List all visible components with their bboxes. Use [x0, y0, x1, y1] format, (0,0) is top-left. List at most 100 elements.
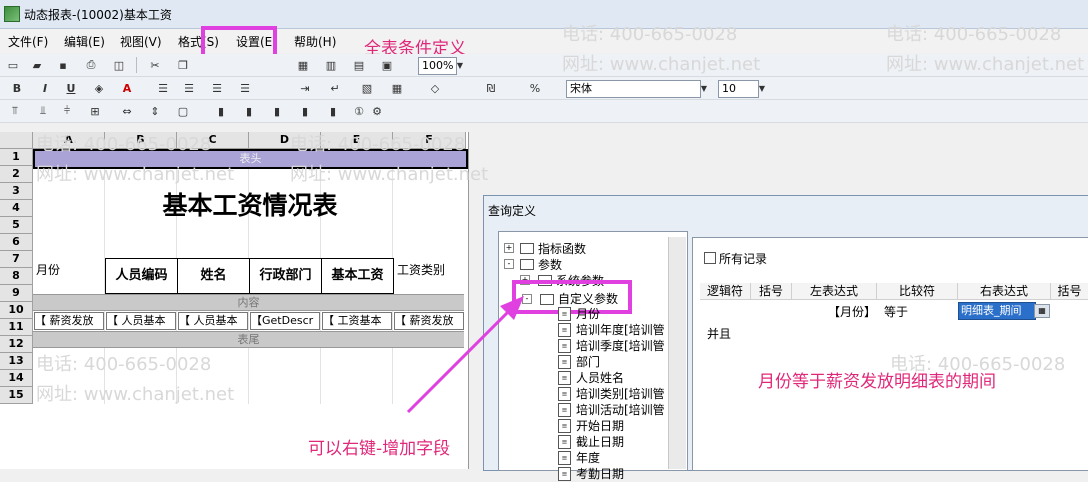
col-right-expression[interactable]: 右表达式	[958, 283, 1051, 300]
page-icon[interactable]: ▣	[380, 58, 394, 72]
all-records-checkbox[interactable]	[704, 252, 716, 264]
sheet-icon[interactable]: ▤	[352, 58, 366, 72]
menu-help[interactable]: 帮助(H)	[294, 33, 336, 50]
underline-icon[interactable]: U	[64, 81, 78, 95]
chevron-down-icon[interactable]: ▼	[756, 81, 768, 97]
col-left-expression[interactable]: 左表达式	[792, 283, 877, 300]
data-cell[interactable]: 【GetDescr	[250, 312, 320, 330]
same-width-icon[interactable]: ⇔	[120, 104, 134, 118]
menu-edit[interactable]: 编辑(E)	[64, 33, 105, 50]
tree-item-field[interactable]: 月份	[576, 305, 600, 322]
menu-file[interactable]: 文件(F)	[8, 33, 48, 50]
col-bracket-left[interactable]: 括号	[751, 283, 792, 300]
number-format-icon[interactable]: ₪	[484, 81, 498, 95]
wrap-icon[interactable]: ↵	[328, 81, 342, 95]
preview-icon[interactable]: ◫	[112, 58, 126, 72]
expand-icon[interactable]: +	[504, 243, 514, 253]
italic-icon[interactable]: I	[38, 81, 52, 95]
tree-scrollbar[interactable]	[668, 237, 686, 469]
font-select[interactable]: 宋体	[566, 80, 701, 98]
fill-color-icon[interactable]: ◈	[92, 81, 106, 95]
number-one-icon[interactable]: ①	[352, 104, 366, 118]
row-header-11[interactable]: 11	[0, 319, 33, 336]
grid-icon[interactable]: ▦	[296, 58, 310, 72]
font-color-icon[interactable]: A	[120, 81, 134, 95]
tree-item-field[interactable]: 人员姓名	[576, 369, 624, 386]
cell-month-label[interactable]: 月份	[36, 261, 60, 278]
tree-item-field[interactable]: 截止日期	[576, 433, 624, 450]
bar-icon-2[interactable]: ▮	[242, 104, 256, 118]
header-cell-department[interactable]: 行政部门	[249, 258, 322, 294]
condition-left-expression[interactable]: 【月份】	[828, 303, 876, 320]
sheet-corner[interactable]	[0, 132, 33, 149]
tree-item-field[interactable]: 培训活动[培训管	[576, 401, 665, 418]
save-icon[interactable]: ▪	[56, 58, 70, 72]
font-size-select[interactable]: 10	[718, 80, 759, 98]
report-title[interactable]: 基本工资情况表	[60, 188, 440, 224]
gear-icon[interactable]: ⚙	[370, 104, 384, 118]
col-logic[interactable]: 逻辑符	[700, 283, 751, 300]
bar-icon-1[interactable]: ▮	[214, 104, 228, 118]
bold-icon[interactable]: B	[10, 81, 24, 95]
percent-icon[interactable]: %	[528, 81, 542, 95]
and-label[interactable]: 并且	[707, 325, 731, 342]
justify-icon[interactable]: ☰	[238, 81, 252, 95]
condition-comparator[interactable]: 等于	[884, 303, 908, 320]
row-header-1[interactable]: 1	[0, 149, 33, 166]
same-size-icon[interactable]: ▢	[176, 104, 190, 118]
row-header-4[interactable]: 4	[0, 200, 33, 217]
row-header-9[interactable]: 9	[0, 285, 33, 302]
tree-item-index-functions[interactable]: 指标函数	[538, 240, 586, 257]
cell-salary-category[interactable]: 工资类别	[397, 261, 445, 278]
row-header-12[interactable]: 12	[0, 336, 33, 353]
print-icon[interactable]: ⎙	[84, 58, 98, 72]
row-header-3[interactable]: 3	[0, 183, 33, 200]
tree-item-field[interactable]: 培训季度[培训管	[576, 337, 665, 354]
chevron-down-icon[interactable]: ▼	[454, 58, 466, 74]
col-comparator[interactable]: 比较符	[877, 283, 958, 300]
col-bracket-right[interactable]: 括号	[1051, 283, 1088, 300]
tree-item-parameters[interactable]: 参数	[538, 256, 562, 273]
row-header-13[interactable]: 13	[0, 353, 33, 370]
row-header-6[interactable]: 6	[0, 234, 33, 251]
data-cell[interactable]: 【 工资基本	[322, 312, 392, 330]
data-cell[interactable]: 【 人员基本	[178, 312, 248, 330]
menu-view[interactable]: 视图(V)	[120, 33, 162, 50]
header-cell-base-salary[interactable]: 基本工资	[321, 258, 394, 294]
bar-icon-3[interactable]: ▮	[270, 104, 284, 118]
row-header-14[interactable]: 14	[0, 370, 33, 387]
eraser-icon[interactable]: ◇	[428, 81, 442, 95]
data-cell[interactable]: 【 人员基本	[106, 312, 176, 330]
tree-item-field[interactable]: 部门	[576, 353, 600, 370]
zoom-select[interactable]: 100%	[418, 57, 457, 75]
row-header-2[interactable]: 2	[0, 166, 33, 183]
row-header-5[interactable]: 5	[0, 217, 33, 234]
distribute-icon[interactable]: ⊞	[88, 104, 102, 118]
align-top-icon[interactable]: ⫪	[8, 104, 22, 118]
align-right-icon[interactable]: ☰	[210, 81, 224, 95]
pattern-icon[interactable]: ▧	[360, 81, 374, 95]
open-icon[interactable]: ▰	[30, 58, 44, 72]
tree-item-field[interactable]: 年度	[576, 449, 600, 466]
header-cell-employee-code[interactable]: 人员编码	[105, 258, 178, 294]
bar-icon-5[interactable]: ▮	[326, 104, 340, 118]
row-header-10[interactable]: 10	[0, 302, 33, 319]
bar-icon-4[interactable]: ▮	[298, 104, 312, 118]
tree-item-field[interactable]: 开始日期	[576, 417, 624, 434]
data-cell[interactable]: 【 薪资发放	[34, 312, 104, 330]
copy-icon[interactable]: ❐	[176, 58, 190, 72]
border-icon[interactable]: ▦	[390, 81, 404, 95]
header-cell-name[interactable]: 姓名	[177, 258, 250, 294]
cut-icon[interactable]: ✂	[148, 58, 162, 72]
align-left-icon[interactable]: ☰	[156, 81, 170, 95]
row-header-15[interactable]: 15	[0, 387, 33, 404]
table-picker-icon[interactable]: ▦	[1034, 304, 1050, 318]
align-bottom-icon[interactable]: ⫩	[60, 104, 74, 118]
collapse-icon[interactable]: -	[504, 259, 514, 269]
row-header-8[interactable]: 8	[0, 268, 33, 285]
align-center-icon[interactable]: ☰	[182, 81, 196, 95]
tree-item-field[interactable]: 培训类别[培训管	[576, 385, 665, 402]
indent-icon[interactable]: ⇥	[298, 81, 312, 95]
chevron-down-icon[interactable]: ▼	[698, 81, 710, 97]
row-header-7[interactable]: 7	[0, 251, 33, 268]
